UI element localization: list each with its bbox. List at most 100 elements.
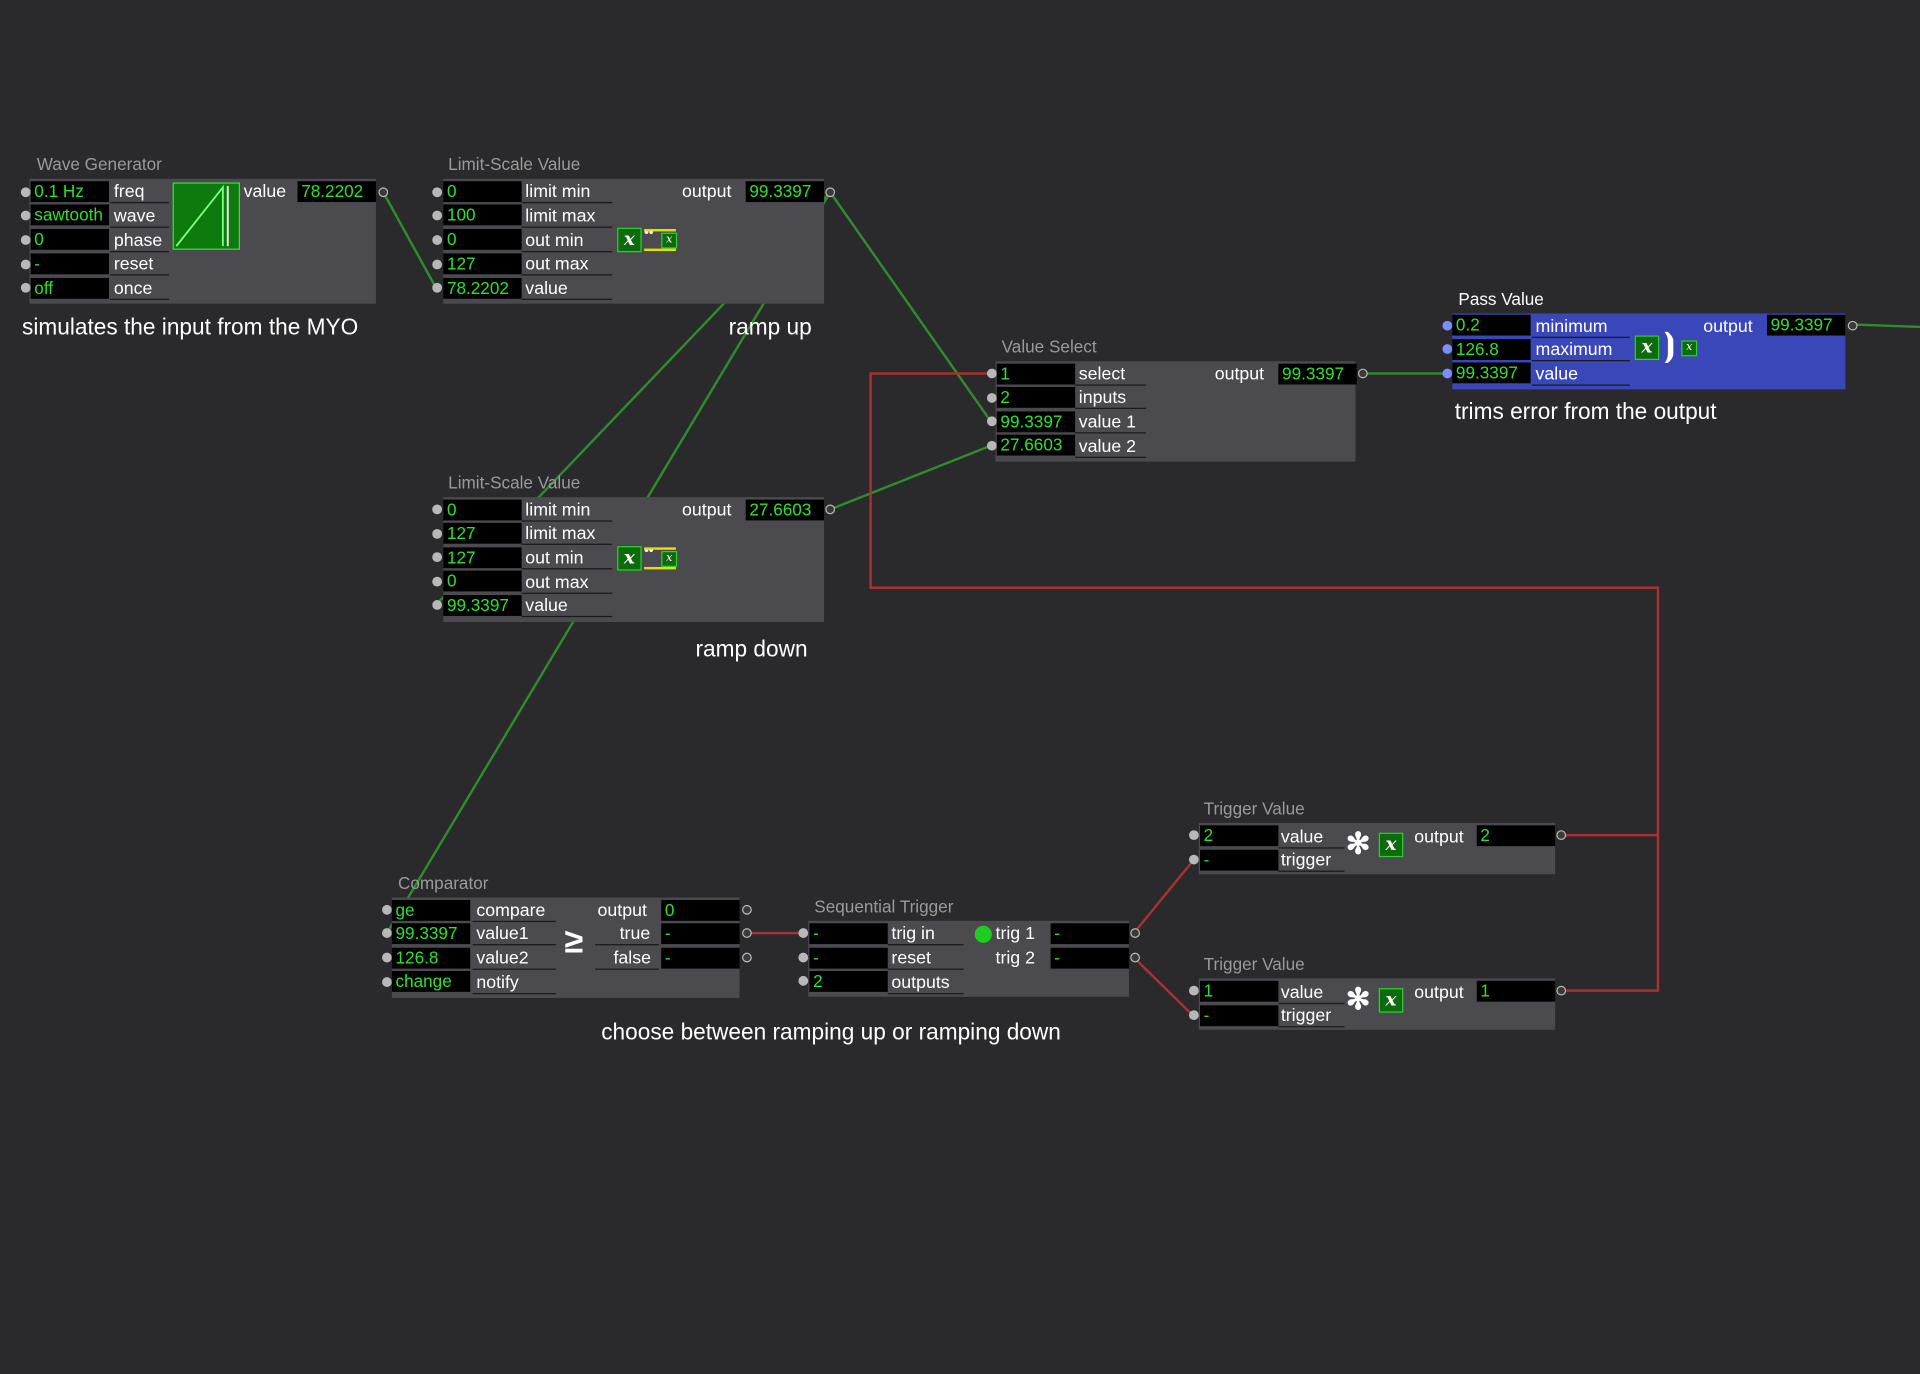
value-value[interactable]: 2 [1200, 825, 1279, 847]
output-port[interactable] [1130, 928, 1141, 938]
output-port[interactable] [378, 187, 389, 198]
x-function-icon[interactable]: x [1378, 988, 1404, 1013]
reset-value[interactable]: - [30, 253, 109, 275]
input-port[interactable] [798, 928, 809, 938]
input-port[interactable] [382, 904, 392, 915]
input-port[interactable] [432, 235, 443, 245]
phase-value[interactable]: 0 [30, 228, 109, 250]
output-port[interactable] [1357, 368, 1368, 379]
true-value[interactable]: - [661, 923, 740, 945]
output-value[interactable]: 0 [661, 900, 740, 921]
x-function-icon[interactable]: x [1634, 335, 1660, 361]
input-port[interactable] [986, 393, 997, 403]
input-port[interactable] [382, 928, 392, 938]
wire-passvalue-out[interactable] [1852, 323, 1920, 329]
inputs-value[interactable]: 2 [996, 386, 1076, 408]
reset-value[interactable]: - [809, 947, 888, 969]
input-port[interactable] [1442, 344, 1453, 354]
wire-limitscale-down-to-valueselect-value2[interactable] [829, 444, 992, 511]
input-port[interactable] [1442, 368, 1453, 379]
input-port[interactable] [20, 187, 31, 198]
wave-value[interactable]: sawtooth [30, 204, 109, 226]
wire-wavegen-to-limitscale-up[interactable] [382, 191, 437, 289]
output-value[interactable]: 99.3397 [1278, 363, 1357, 385]
trig-1-value[interactable]: - [1050, 923, 1129, 945]
wire-seqtrigger-trig2-to-triggervalue2[interactable] [1133, 956, 1195, 1018]
trigger-value[interactable]: - [1200, 1005, 1279, 1027]
false-value[interactable]: - [661, 947, 740, 969]
input-port[interactable] [20, 235, 31, 245]
output-port[interactable] [1556, 985, 1567, 996]
input-port[interactable] [432, 552, 443, 563]
wire-limitscale-up-to-valueselect-value1[interactable] [829, 191, 992, 422]
input-port[interactable] [986, 440, 997, 451]
out-min-value[interactable]: 127 [443, 547, 522, 569]
output-port[interactable] [825, 504, 836, 515]
input-port[interactable] [432, 576, 443, 587]
limit-max-value[interactable]: 127 [443, 522, 522, 544]
freq-value[interactable]: 0.1 Hz [30, 181, 109, 203]
out-max-value[interactable]: 0 [443, 570, 522, 592]
value-2-value[interactable]: 27.6603 [996, 434, 1076, 456]
value-value[interactable]: 99.3397 [1452, 362, 1531, 384]
once-value[interactable]: off [30, 277, 109, 299]
input-port[interactable] [432, 210, 443, 221]
trig-2-value[interactable]: - [1050, 947, 1129, 969]
input-port[interactable] [20, 259, 31, 270]
value2-value[interactable]: 126.8 [391, 947, 471, 969]
output-value[interactable]: 78.2202 [297, 181, 376, 203]
input-port[interactable] [432, 187, 443, 198]
outputs-value[interactable]: 2 [809, 971, 888, 992]
input-port[interactable] [1442, 320, 1453, 331]
input-port[interactable] [20, 282, 31, 293]
minimum-value[interactable]: 0.2 [1452, 314, 1531, 336]
limit-min-value[interactable]: 0 [443, 499, 522, 521]
input-port[interactable] [798, 975, 809, 986]
value1-value[interactable]: 99.3397 [391, 923, 471, 945]
limit-max-value[interactable]: 100 [443, 204, 522, 226]
select-value[interactable]: 1 [996, 363, 1076, 385]
output-port[interactable] [742, 928, 752, 938]
input-port[interactable] [382, 977, 392, 987]
value-1-value[interactable]: 99.3397 [996, 411, 1076, 433]
input-port[interactable] [1188, 1010, 1199, 1021]
input-port[interactable] [986, 416, 997, 427]
output-value[interactable]: 99.3397 [745, 181, 825, 203]
input-port[interactable] [432, 528, 443, 539]
input-port[interactable] [432, 282, 443, 293]
value-value[interactable]: 78.2202 [443, 277, 522, 299]
value-value[interactable]: 1 [1200, 980, 1279, 1002]
patch-canvas[interactable]: Wave Generator 0.1 Hz freq sawtooth wave… [0, 0, 1920, 1374]
output-value[interactable]: 2 [1476, 825, 1556, 847]
input-port[interactable] [382, 952, 392, 963]
out-min-value[interactable]: 0 [443, 228, 522, 250]
input-port[interactable] [432, 259, 443, 270]
input-port[interactable] [1188, 985, 1199, 996]
output-value[interactable]: 27.6603 [745, 499, 825, 521]
output-port[interactable] [1556, 830, 1567, 841]
maximum-value[interactable]: 126.8 [1452, 339, 1531, 361]
input-port[interactable] [20, 210, 31, 221]
x-function-icon[interactable]: x [1378, 832, 1404, 858]
output-value[interactable]: 99.3397 [1766, 314, 1846, 336]
limit-min-value[interactable]: 0 [443, 181, 522, 203]
input-port[interactable] [1188, 854, 1199, 865]
notify-value[interactable]: change [391, 971, 471, 992]
x-function-icon[interactable]: x [617, 227, 642, 253]
trig-in-value[interactable]: - [809, 923, 888, 945]
value-value[interactable]: 99.3397 [443, 595, 522, 616]
compare-value[interactable]: ge [391, 900, 471, 921]
output-port[interactable] [742, 904, 752, 915]
output-port[interactable] [825, 187, 836, 198]
input-port[interactable] [432, 600, 443, 610]
input-port[interactable] [432, 504, 443, 515]
wire-triggervalues-to-valueselect-select[interactable] [869, 372, 1660, 992]
input-port[interactable] [798, 952, 809, 963]
input-port[interactable] [1188, 830, 1199, 841]
output-port[interactable] [742, 952, 752, 963]
wire-seqtrigger-trig1-to-triggervalue1[interactable] [1132, 858, 1195, 934]
x-function-icon[interactable]: x [617, 546, 642, 571]
output-port[interactable] [1130, 952, 1141, 963]
out-max-value[interactable]: 127 [443, 253, 522, 275]
output-value[interactable]: 1 [1476, 980, 1556, 1002]
